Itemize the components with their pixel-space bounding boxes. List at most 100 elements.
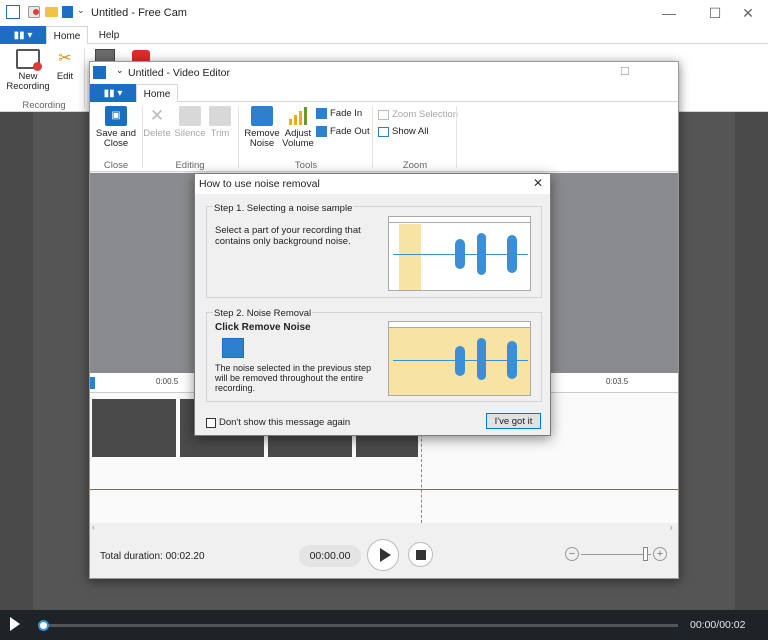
delete-button[interactable]: ✕ Delete (142, 106, 172, 139)
play-button[interactable] (367, 539, 399, 571)
editor-footer: Total duration: 00:02.20 00:00.00 − + (90, 533, 678, 578)
trim-button[interactable]: Trim (208, 106, 232, 139)
dont-show-checkbox[interactable]: Don't show this message again (206, 417, 350, 428)
new-recording-button[interactable]: New Recording (6, 49, 50, 92)
ribbon-divider (372, 106, 373, 168)
fade-out-label: Fade Out (330, 126, 370, 137)
zoom-selection-icon (378, 109, 389, 120)
current-time: 00:00.00 (299, 545, 361, 567)
zoom-slider-handle[interactable] (643, 547, 648, 561)
zoom-selection-button[interactable]: Zoom Selection (378, 109, 458, 120)
stop-icon (416, 550, 426, 560)
editor-maximize-button[interactable]: ☐ (620, 65, 630, 78)
checkbox-box[interactable] (206, 417, 216, 428)
scroll-right-icon[interactable]: › (670, 523, 673, 532)
video-clip-thumbnail[interactable] (92, 399, 176, 457)
ribbon-divider (142, 106, 143, 168)
show-all-label: Show All (392, 126, 429, 137)
progress-handle[interactable] (38, 620, 49, 631)
group-label-recording: Recording (22, 100, 66, 111)
editor-quick-access-icon[interactable]: ⌄ (116, 65, 124, 76)
outer-title-bar: ⌄ Untitled - Free Cam — ☐ ✕ (0, 0, 768, 26)
outer-tab-help[interactable]: Help (90, 26, 128, 44)
dialog-close-icon[interactable]: ✕ (533, 176, 543, 190)
trim-icon (209, 106, 231, 126)
record-quick-icon[interactable] (28, 6, 40, 18)
step2-text: The noise selected in the previous step … (215, 363, 372, 393)
scroll-left-icon[interactable]: ‹ (92, 523, 95, 532)
show-all-icon (378, 126, 389, 137)
editor-tab-home[interactable]: Home (136, 84, 178, 103)
edit-label: Edit (56, 71, 74, 82)
dialog-title: How to use noise removal (199, 178, 320, 190)
monitor-record-icon (16, 49, 42, 71)
save-close-label: Save and Close (95, 128, 137, 149)
waveform-peak (455, 346, 465, 376)
waveform-ruler (389, 217, 530, 223)
open-folder-icon[interactable] (45, 7, 58, 17)
waveform-peak (455, 239, 465, 269)
noise-removal-dialog: How to use noise removal ✕ Step 1. Selec… (194, 173, 551, 436)
step2-box: Step 2. Noise Removal Click Remove Noise… (206, 308, 542, 402)
noise-selection (399, 224, 421, 290)
adjust-volume-button[interactable]: Adjust Volume (280, 106, 316, 149)
editor-ribbon-tabs: ▮▮ ▾ Home (90, 84, 678, 103)
step1-text: Select a part of your recording that con… (215, 225, 361, 247)
save-icon[interactable] (62, 6, 73, 18)
player-time: 00:00/00:02 (690, 619, 746, 631)
ribbon-divider (238, 106, 239, 168)
got-it-button[interactable]: I've got it (486, 413, 541, 429)
group-label-zoom: Zoom (402, 160, 428, 171)
fade-out-button[interactable]: Fade Out (316, 126, 370, 137)
editor-file-menu-button[interactable]: ▮▮ ▾ (90, 84, 136, 102)
ruler-tick-label: 0:03.5 (606, 377, 629, 386)
waveform-icon (251, 106, 273, 126)
group-label-close: Close (103, 160, 129, 171)
silence-button[interactable]: Silence (174, 106, 206, 139)
step1-waveform (388, 216, 531, 291)
progress-track[interactable] (40, 624, 678, 627)
playhead-handle[interactable] (90, 377, 95, 389)
save-close-button[interactable]: ▣ Save and Close (94, 106, 138, 149)
remove-noise-label: Remove Noise (244, 128, 280, 149)
outer-ribbon-tabs: ▮▮ ▾ Home Help (0, 26, 768, 45)
zoom-in-icon[interactable]: + (653, 547, 667, 561)
quick-access-dropdown-icon[interactable]: ⌄ (77, 5, 85, 16)
step1-title: Step 1. Selecting a noise sample (213, 203, 354, 214)
delete-label: Delete (143, 128, 171, 139)
edit-button[interactable]: ✂ Edit (52, 49, 78, 82)
remove-noise-icon (222, 338, 244, 358)
outer-close-button[interactable]: ✕ (725, 0, 768, 26)
remove-noise-button[interactable]: Remove Noise (244, 106, 280, 149)
editor-app-icon (93, 66, 106, 79)
stop-button[interactable] (408, 542, 433, 567)
trim-label: Trim (210, 128, 230, 139)
outer-file-menu-button[interactable]: ▮▮ ▾ (0, 26, 46, 44)
waveform-peak (477, 233, 486, 275)
delete-icon: ✕ (149, 106, 165, 125)
show-all-button[interactable]: Show All (378, 126, 428, 137)
silence-label: Silence (174, 128, 206, 139)
audio-track-line (90, 489, 678, 490)
play-icon[interactable] (10, 617, 20, 631)
ribbon-divider (456, 106, 457, 168)
app-icon (6, 5, 20, 19)
zoom-slider[interactable] (581, 554, 651, 555)
outer-minimize-button[interactable]: — (646, 0, 692, 26)
save-close-icon: ▣ (105, 106, 127, 126)
zoom-selection-label: Zoom Selection (392, 109, 459, 120)
scissors-icon: ✂ (58, 50, 72, 67)
outer-window-title: Untitled - Free Cam (91, 7, 187, 19)
fade-in-button[interactable]: Fade In (316, 108, 362, 119)
group-label-editing: Editing (175, 160, 205, 171)
outer-tab-home[interactable]: Home (46, 26, 88, 45)
adjust-volume-label: Adjust Volume (282, 128, 314, 149)
editor-title-bar: ⌄ Untitled - Video Editor ☐ (90, 62, 678, 84)
step2-heading: Click Remove Noise (215, 322, 311, 333)
timeline-scrollbar[interactable]: ‹ › (90, 523, 678, 533)
player-bar: 00:00/00:02 (0, 610, 768, 640)
editor-ribbon: ▣ Save and Close ✕ Delete Silence Trim R… (90, 102, 678, 172)
step2-waveform (388, 321, 531, 396)
fade-in-label: Fade In (330, 108, 363, 119)
zoom-out-icon[interactable]: − (565, 547, 579, 561)
